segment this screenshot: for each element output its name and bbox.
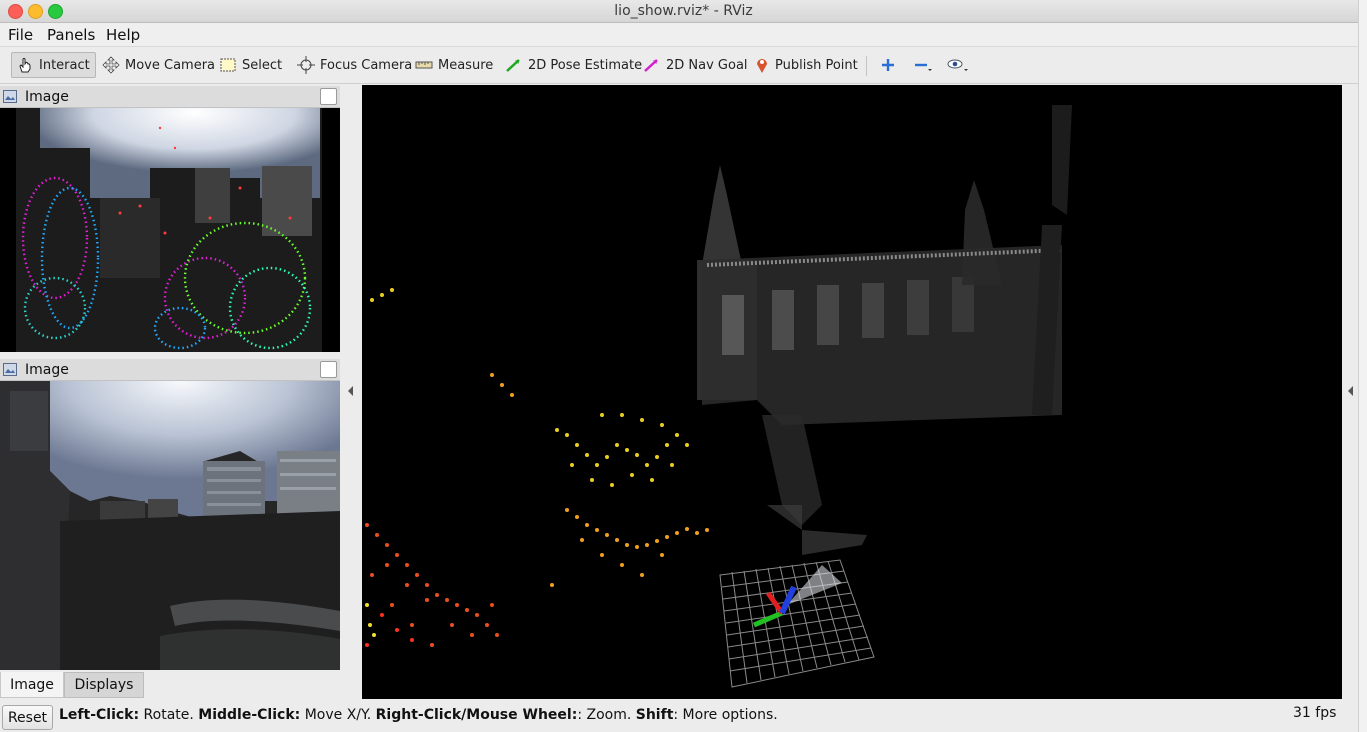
tool-focus-camera-label: Focus Camera (320, 57, 413, 73)
remove-tool-icon (915, 63, 932, 71)
tool-interact[interactable]: Interact (11, 52, 96, 78)
mouse-hint-text: Left-Click: Rotate. Middle-Click: Move X… (59, 707, 778, 723)
image-view-bottom (0, 381, 340, 670)
toolbar-separator (866, 56, 867, 76)
hint-left-click-desc: Rotate. (139, 707, 199, 723)
tool-publish-point-label: Publish Point (775, 57, 858, 73)
green-arrow-icon (506, 59, 520, 72)
ruler-icon (415, 61, 433, 69)
hint-middle-click-key: Middle-Click: (198, 707, 301, 723)
title-bar: lio_show.rviz* - RViz (0, 0, 1367, 23)
tab-displays-label: Displays (74, 677, 134, 693)
tool-2d-pose-estimate[interactable]: 2D Pose Estimate (501, 52, 646, 78)
crosshair-icon (297, 56, 315, 74)
hint-shift-key: Shift (635, 707, 674, 723)
tool-publish-point[interactable]: Publish Point (750, 52, 862, 78)
add-tool-icon (882, 59, 894, 71)
tool-2d-nav-goal[interactable]: 2D Nav Goal (639, 52, 752, 78)
tool-measure[interactable]: Measure (411, 52, 497, 78)
move-arrows-icon (102, 56, 120, 74)
window-title: lio_show.rviz* - RViz (614, 3, 753, 19)
hint-right-click-desc: : Zoom. (577, 707, 636, 723)
window-right-edge (1358, 0, 1367, 732)
menu-file[interactable]: File (8, 26, 33, 44)
right-dock-splitter-handle[interactable] (1348, 386, 1353, 396)
status-bar: Reset Left-Click: Rotate. Middle-Click: … (0, 701, 1360, 732)
image-view-top (0, 108, 340, 352)
reset-button[interactable]: Reset (2, 705, 53, 730)
tool-move-camera[interactable]: Move Camera (98, 52, 219, 78)
image-view-bottom-canvas (0, 381, 340, 670)
image-panel-top-close-checkbox[interactable] (320, 88, 337, 105)
tool-2d-pose-estimate-label: 2D Pose Estimate (528, 57, 643, 73)
point-cloud-render (362, 85, 1342, 699)
magenta-arrow-icon (644, 59, 658, 72)
menu-help[interactable]: Help (106, 26, 140, 44)
add-tool-button[interactable] (876, 52, 900, 78)
hint-middle-click-desc: Move X/Y. (300, 707, 376, 723)
hint-shift-desc: : More options. (673, 707, 778, 723)
hint-right-click-key: Right-Click/Mouse Wheel: (375, 707, 578, 723)
image-panel-top-title: Image (25, 88, 69, 105)
fps-counter: 31 fps (1293, 705, 1337, 721)
tool-select[interactable]: Select (215, 52, 286, 78)
tab-image[interactable]: Image (0, 672, 64, 698)
menu-bar: File Panels Help (0, 23, 1360, 47)
tab-displays[interactable]: Displays (64, 672, 144, 698)
tool-toolbar: Interact Move Camera Select Focus Camera… (0, 47, 1360, 84)
image-panel-bottom-title: Image (25, 361, 69, 378)
dock-tab-bar: Image Displays (0, 672, 345, 699)
tool-focus-camera[interactable]: Focus Camera (293, 52, 416, 78)
image-view-top-canvas (0, 108, 340, 352)
tool-interact-label: Interact (39, 57, 90, 73)
view-options-button[interactable] (942, 52, 974, 78)
menu-panels[interactable]: Panels (47, 26, 95, 44)
image-panel-bottom-close-checkbox[interactable] (320, 361, 337, 378)
tool-select-label: Select (242, 57, 283, 73)
image-panel-icon (3, 363, 17, 376)
image-panel-icon (3, 90, 17, 103)
hint-left-click-key: Left-Click: (59, 707, 140, 723)
tool-2d-nav-goal-label: 2D Nav Goal (666, 57, 748, 73)
render-3d-viewport[interactable] (362, 85, 1342, 699)
map-pin-icon (757, 59, 767, 73)
left-dock-splitter-handle[interactable] (348, 386, 353, 396)
tool-move-camera-label: Move Camera (125, 57, 216, 73)
hand-pointer-icon (19, 58, 31, 73)
select-rect-icon (220, 58, 236, 72)
tool-measure-label: Measure (438, 57, 494, 73)
tab-image-label: Image (10, 676, 54, 693)
image-panel-top-header: Image (0, 86, 340, 108)
image-panel-bottom-header: Image (0, 359, 340, 381)
remove-tool-button[interactable] (909, 52, 937, 78)
view-eye-icon (947, 59, 968, 71)
